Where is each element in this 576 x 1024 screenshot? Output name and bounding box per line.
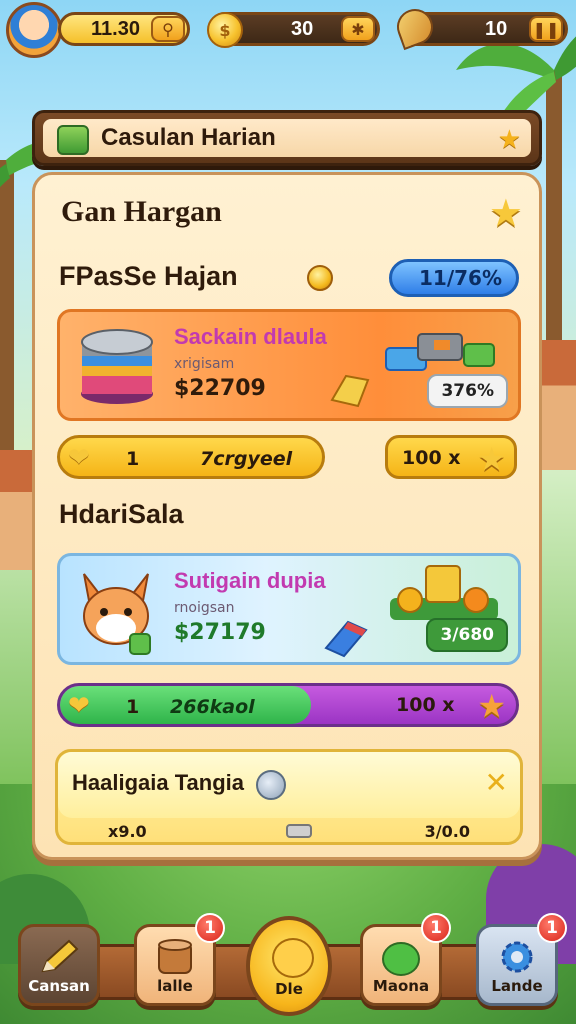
- section-1-progress-pill: 11/76%: [389, 259, 519, 297]
- panel-title: Gan Hargan: [61, 195, 222, 228]
- search-button[interactable]: ⚲: [151, 16, 185, 42]
- nav-maona-button[interactable]: Maona 1: [360, 913, 451, 1006]
- bonus-box[interactable]: Haaligaia Tangia ✕ x9.0 3/0.0: [55, 749, 523, 845]
- offer-2-price: $27179: [174, 620, 266, 645]
- heart-badge-icon: ❤: [68, 443, 90, 473]
- bottom-navigation: Cansan lalle 1 Dle Maona 1 Lande 1: [0, 904, 576, 1024]
- nav-cansan-button[interactable]: Cansan: [18, 924, 100, 1006]
- bar-1-label: 7crgyeel: [200, 448, 293, 470]
- offer-1-tag: 376%: [427, 374, 508, 408]
- reward-star-icon: ★: [477, 687, 506, 725]
- reward-2-amount: 100 x: [396, 694, 455, 716]
- resource-leaves: 10 ❚❚: [391, 3, 568, 51]
- sparkle-icon: ✱: [351, 19, 365, 39]
- offer-2-name: Sutigain dupia: [174, 568, 326, 593]
- bonus-title: Haaligaia Tangia: [72, 770, 244, 795]
- section-1-reward-button[interactable]: 100 x ★: [385, 435, 517, 479]
- resource-currency-1: 11.30 ⚲: [58, 12, 190, 46]
- nav-home-button[interactable]: Dle: [246, 916, 332, 1016]
- gold-coin-icon: [307, 265, 333, 291]
- bonus-left-value: x9.0: [108, 822, 147, 841]
- notification-badge: 1: [421, 913, 451, 943]
- resource-1-value: 11.30: [91, 17, 140, 40]
- resource-2-value: 30: [291, 17, 314, 40]
- bar-1-count: 1: [126, 448, 140, 470]
- nav-label-5: Lande: [491, 977, 543, 995]
- bonus-header: Haaligaia Tangia ✕: [58, 752, 520, 818]
- coin-icon: $: [207, 12, 243, 48]
- offer-1-subtitle: xrigisam: [174, 356, 235, 372]
- bonus-divider-handle: [286, 824, 312, 838]
- favorite-star-icon[interactable]: ★: [489, 191, 523, 235]
- reward-star-icon: ★: [477, 440, 506, 478]
- star-icon[interactable]: ★: [498, 125, 521, 155]
- drum-chest-icon: [81, 329, 153, 404]
- heart-badge-icon: ❤: [68, 691, 90, 721]
- nav-lalle-button[interactable]: lalle 1: [134, 913, 225, 1006]
- pencil-icon: [41, 939, 79, 973]
- nav-label-4: Maona: [372, 977, 430, 995]
- bar-2-count: 1: [126, 696, 140, 718]
- fox-character-icon: [83, 573, 151, 655]
- section-1-progress-bar: ❤ 1 7crgyeel: [57, 435, 325, 479]
- nav-label-1: Cansan: [28, 977, 90, 995]
- bonus-right-value: 3/0.0: [424, 822, 470, 841]
- calendar-icon: [57, 125, 89, 155]
- pause-icon: ❚❚: [532, 19, 560, 39]
- title-banner: Casulan Harian ★: [32, 110, 542, 166]
- bar-2-label: 266kaol: [170, 696, 255, 718]
- hut-right: [536, 340, 576, 470]
- leaf-icon: [391, 3, 439, 51]
- smiley-icon: [272, 938, 314, 978]
- nav-label-2: lalle: [157, 977, 193, 995]
- eraser-block-icon: [324, 620, 368, 658]
- daily-offers-panel: Gan Hargan ★ FPasSe Hajan 11/76% Sackain…: [32, 172, 542, 860]
- offer-2-subtitle: rnoigsan: [174, 600, 235, 616]
- top-resource-bar: 11.30 ⚲ $ 30 ✱ 10 ❚❚: [0, 0, 576, 64]
- notification-badge: 1: [537, 913, 567, 943]
- loot-pile-icon: [385, 333, 495, 371]
- offer-card-2[interactable]: Sutigain dupia rnoigsan $27179 3/680: [57, 553, 521, 665]
- close-icon[interactable]: ✕: [485, 766, 508, 799]
- section-2-progress-bar: ❤ 1 266kaol 100 x ★: [57, 683, 519, 727]
- section-1-title: FPasSe Hajan: [59, 261, 238, 291]
- resource-coins: $ 30 ✱: [207, 12, 380, 48]
- section-2-title: HdariSala: [59, 499, 184, 529]
- gold-crystal-icon: [330, 374, 370, 408]
- offer-1-name: Sackain dlaula: [174, 324, 327, 349]
- reward-1-amount: 100 x: [402, 447, 461, 469]
- gold-loot-icon: [390, 565, 498, 620]
- nav-lande-button[interactable]: Lande 1: [476, 913, 567, 1006]
- title-banner-inner: Casulan Harian ★: [43, 119, 531, 157]
- pause-button[interactable]: ❚❚: [529, 16, 563, 42]
- magnifier-icon: ⚲: [162, 19, 174, 39]
- nav-label-3: Dle: [275, 980, 303, 998]
- eye-icon[interactable]: [256, 770, 286, 800]
- resource-3-value: 10: [485, 17, 508, 40]
- notification-badge: 1: [195, 913, 225, 943]
- banner-title: Casulan Harian: [101, 124, 276, 151]
- offer-2-tag: 3/680: [426, 618, 508, 652]
- offer-card-1[interactable]: Sackain dlaula xrigisam $22709 376%: [57, 309, 521, 421]
- green-blob-icon: [382, 942, 420, 976]
- add-coins-button[interactable]: ✱: [341, 16, 375, 42]
- gear-icon: [501, 941, 533, 973]
- wood-log-icon: [158, 939, 192, 974]
- offer-1-price: $22709: [174, 376, 266, 401]
- player-avatar[interactable]: [6, 2, 62, 58]
- section-2-reward-button[interactable]: 100 x ★: [396, 687, 506, 724]
